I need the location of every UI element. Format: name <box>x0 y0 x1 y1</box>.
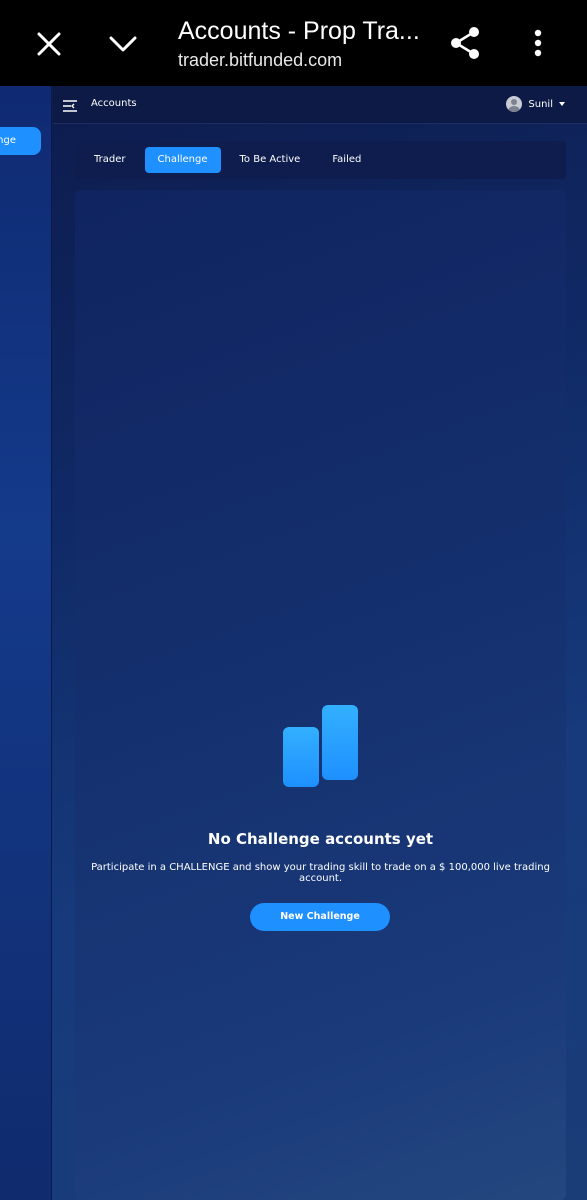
tab-to-be-active[interactable]: To Be Active <box>227 147 314 173</box>
share-icon[interactable] <box>444 22 486 64</box>
bar-right <box>322 705 358 780</box>
user-name: Sunil <box>528 98 553 110</box>
nav-title: Accounts <box>91 98 137 109</box>
top-navigation: Accounts Sunil <box>53 86 587 124</box>
avatar <box>506 96 523 112</box>
sidebar: nge <box>0 86 52 1200</box>
caret-down-icon <box>559 102 565 106</box>
page-title: Accounts - Prop Tra... <box>178 17 418 45</box>
new-challenge-button[interactable]: New Challenge <box>250 903 390 931</box>
user-menu[interactable]: Sunil <box>506 96 565 112</box>
chevron-down-icon[interactable] <box>104 25 142 63</box>
url-text: trader.bitfunded.com <box>178 50 343 70</box>
tab-trader[interactable]: Trader <box>81 147 139 173</box>
chart-bars-icon <box>283 705 359 789</box>
sidebar-item-challenge[interactable]: nge <box>0 127 41 155</box>
empty-state-description: Participate in a CHALLENGE and show your… <box>91 862 550 884</box>
account-tabs: Trader Challenge To Be Active Failed <box>75 141 566 179</box>
menu-collapse-icon[interactable] <box>62 98 78 112</box>
browser-toolbar: Accounts - Prop Tra... trader.bitfunded.… <box>0 0 587 86</box>
more-vertical-icon[interactable] <box>522 22 554 64</box>
tab-failed[interactable]: Failed <box>319 147 374 173</box>
content-card: No Challenge accounts yet Participate in… <box>75 190 566 1200</box>
tab-challenge[interactable]: Challenge <box>144 147 221 173</box>
bar-left <box>283 727 319 787</box>
empty-state-title: No Challenge accounts yet <box>207 830 434 848</box>
web-page: nge Accounts Sunil Trader Challenge To B… <box>0 86 587 1200</box>
close-icon[interactable] <box>30 25 68 63</box>
